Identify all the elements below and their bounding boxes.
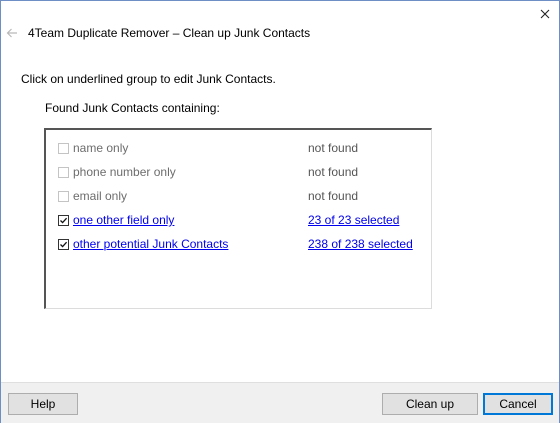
email-only-checkbox (58, 191, 69, 202)
one-other-field-only-link[interactable]: one other field only (73, 213, 174, 227)
list-item-one-other-field-only: one other field only 23 of 23 selected (46, 212, 431, 230)
close-icon[interactable] (537, 6, 553, 22)
help-button[interactable]: Help (8, 393, 78, 415)
phone-number-only-checkbox (58, 167, 69, 178)
one-other-field-only-selection-link[interactable]: 23 of 23 selected (308, 213, 399, 227)
name-only-checkbox (58, 143, 69, 154)
phone-number-only-status: not found (308, 165, 359, 179)
one-other-field-only-checkbox[interactable] (58, 215, 69, 226)
found-label: Found Junk Contacts containing: (45, 101, 220, 115)
name-only-label: name only (73, 141, 129, 155)
junk-groups-list: name only not found phone number only no… (44, 128, 432, 309)
phone-number-only-label: phone number only (73, 165, 176, 179)
checkmark-icon (60, 241, 68, 248)
email-only-label: email only (73, 189, 128, 203)
instruction-text: Click on underlined group to edit Junk C… (21, 72, 276, 86)
list-item-phone-number-only: phone number only not found (46, 164, 431, 182)
checkmark-icon (60, 217, 68, 224)
back-arrow-icon[interactable] (5, 26, 19, 40)
title-bar: 4Team Duplicate Remover – Clean up Junk … (1, 1, 559, 67)
name-only-status: not found (308, 141, 359, 155)
other-potential-junk-contacts-checkbox[interactable] (58, 239, 69, 250)
list-item-email-only: email only not found (46, 188, 431, 206)
list-item-other-potential-junk-contacts: other potential Junk Contacts 238 of 238… (46, 236, 431, 254)
clean-up-button[interactable]: Clean up (382, 393, 478, 415)
other-potential-junk-contacts-selection-link[interactable]: 238 of 238 selected (308, 237, 413, 251)
other-potential-junk-contacts-link[interactable]: other potential Junk Contacts (73, 237, 228, 251)
window-title: 4Team Duplicate Remover – Clean up Junk … (28, 26, 311, 40)
list-item-name-only: name only not found (46, 140, 431, 158)
dialog-window: 4Team Duplicate Remover – Clean up Junk … (0, 0, 560, 423)
button-bar: Help Clean up Cancel (1, 382, 559, 423)
cancel-button[interactable]: Cancel (483, 393, 553, 415)
email-only-status: not found (308, 189, 359, 203)
